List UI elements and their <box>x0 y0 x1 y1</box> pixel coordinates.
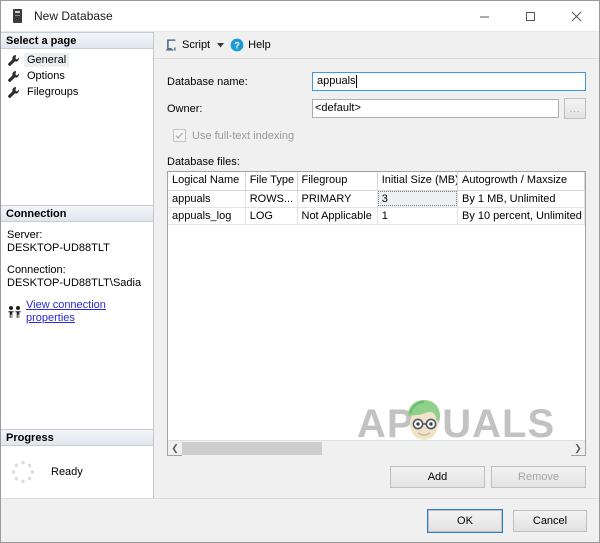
cell-file-type[interactable]: ROWS... <box>245 190 298 208</box>
new-database-dialog: New Database Select a page General Optio… <box>0 0 600 543</box>
dialog-footer: OK Cancel <box>1 498 599 542</box>
remove-button: Remove <box>491 466 586 488</box>
help-label: Help <box>248 39 271 51</box>
grid-actions: Add Remove <box>167 456 586 498</box>
view-connection-properties-link[interactable]: View connection properties <box>26 299 147 325</box>
owner-browse-button[interactable]: ... <box>564 98 586 119</box>
chevron-right-icon[interactable]: ❯ <box>571 441 585 456</box>
script-label: Script <box>182 39 211 51</box>
column-header-file-type[interactable]: File Type <box>245 172 298 191</box>
column-header-autogrowth[interactable]: Autogrowth / Maxsize <box>457 172 585 191</box>
help-circle-icon: ? <box>230 38 244 52</box>
connection-header: Connection <box>1 204 153 222</box>
server-group: Server: DESKTOP-UD88TLT <box>7 229 147 255</box>
right-pane: Script ? Help Database name: appuals Own… <box>154 32 599 498</box>
chevron-left-icon[interactable]: ❮ <box>168 441 182 456</box>
wrench-icon <box>8 70 19 82</box>
cell-autogrowth[interactable]: By 10 percent, Unlimited <box>457 207 585 225</box>
server-value: DESKTOP-UD88TLT <box>7 241 110 254</box>
fulltext-checkbox[interactable] <box>173 129 186 142</box>
sidebar-item-general[interactable]: General <box>1 52 153 68</box>
cell-initial-size[interactable]: 1 <box>377 207 459 225</box>
progress-info: Ready <box>1 446 153 498</box>
left-panel-spacer <box>1 324 153 429</box>
left-panel: Select a page General Options Filegroups… <box>1 32 154 498</box>
general-page-form: Database name: appuals Owner: <default> … <box>154 59 599 498</box>
column-header-filegroup[interactable]: Filegroup <box>297 172 378 191</box>
database-files-table: Logical Name File Type Filegroup Initial… <box>168 172 585 225</box>
database-name-row: Database name: appuals <box>167 72 586 91</box>
table-row[interactable]: appuals ROWS... PRIMARY 3 By 1 MB, Unlim… <box>168 190 585 208</box>
database-name-input[interactable]: appuals <box>312 72 586 91</box>
table-row[interactable]: appuals_log LOG Not Applicable 1 By 10 p… <box>168 207 585 225</box>
cell-logical-name[interactable]: appuals <box>168 190 246 208</box>
view-connection-properties-row[interactable]: View connection properties <box>7 299 147 325</box>
minimize-button[interactable] <box>461 1 507 31</box>
progress-header: Progress <box>1 429 153 446</box>
wrench-icon <box>8 54 19 66</box>
grid-scroll-area: Logical Name File Type Filegroup Initial… <box>168 172 585 440</box>
connection-label: Connection: <box>7 263 66 276</box>
progress-ring-icon <box>11 460 35 484</box>
sidebar-item-label: Filegroups <box>27 86 79 98</box>
owner-row: Owner: <default> ... <box>167 98 586 119</box>
sidebar-item-label: Options <box>27 70 65 82</box>
sidebar-item-label: General <box>24 53 70 67</box>
cell-initial-size[interactable]: 3 <box>377 190 459 208</box>
scrollbar-track[interactable] <box>182 440 571 456</box>
owner-value: <default> <box>315 102 361 114</box>
select-a-page-header: Select a page <box>1 32 153 49</box>
cell-autogrowth[interactable]: By 1 MB, Unlimited <box>457 190 585 208</box>
cell-file-type[interactable]: LOG <box>245 207 298 225</box>
script-button[interactable]: Script <box>161 35 213 56</box>
grid-horizontal-scrollbar[interactable]: ❮ ❯ <box>168 440 585 456</box>
title-bar: New Database <box>1 1 599 32</box>
sidebar-item-filegroups[interactable]: Filegroups <box>1 84 153 100</box>
text-caret <box>355 75 357 88</box>
help-button[interactable]: ? Help <box>227 35 274 56</box>
cell-filegroup[interactable]: Not Applicable <box>297 207 378 225</box>
wrench-icon <box>8 86 19 98</box>
owner-input[interactable]: <default> <box>312 99 559 118</box>
connection-value: DESKTOP-UD88TLT\Sadia <box>7 276 142 289</box>
owner-label: Owner: <box>167 102 203 115</box>
window-title: New Database <box>34 9 113 23</box>
column-header-initial-size[interactable]: Initial Size (MB) <box>377 172 459 191</box>
fulltext-indexing-row[interactable]: Use full-text indexing <box>173 129 586 142</box>
svg-text:?: ? <box>234 41 240 52</box>
database-files-label: Database files: <box>167 156 240 168</box>
chevron-down-icon[interactable] <box>213 36 227 54</box>
fulltext-label: Use full-text indexing <box>192 129 295 142</box>
scrollbar-thumb[interactable] <box>182 441 322 455</box>
cancel-button[interactable]: Cancel <box>513 509 587 532</box>
dialog-body: Select a page General Options Filegroups… <box>1 32 599 498</box>
page-list: General Options Filegroups <box>1 49 153 205</box>
server-label: Server: <box>7 228 43 241</box>
connection-group: Connection: DESKTOP-UD88TLT\Sadia <box>7 264 147 290</box>
column-header-logical-name[interactable]: Logical Name <box>168 172 246 191</box>
toolbar: Script ? Help <box>154 32 599 59</box>
progress-status: Ready <box>51 466 83 478</box>
connection-info: Server: DESKTOP-UD88TLT Connection: DESK… <box>1 222 153 325</box>
maximize-button[interactable] <box>507 1 553 31</box>
close-button[interactable] <box>553 1 599 31</box>
database-files-grid: Logical Name File Type Filegroup Initial… <box>167 171 586 456</box>
table-header-row: Logical Name File Type Filegroup Initial… <box>168 172 585 191</box>
cell-filegroup[interactable]: PRIMARY <box>297 190 378 208</box>
database-name-value: appuals <box>317 75 356 87</box>
cell-logical-name[interactable]: appuals_log <box>168 207 246 225</box>
ok-button[interactable]: OK <box>428 509 502 532</box>
connection-people-icon <box>8 305 21 318</box>
add-button[interactable]: Add <box>390 466 485 488</box>
database-server-icon <box>10 8 26 24</box>
script-icon <box>166 39 176 51</box>
database-name-label: Database name: <box>167 75 248 88</box>
sidebar-item-options[interactable]: Options <box>1 68 153 84</box>
